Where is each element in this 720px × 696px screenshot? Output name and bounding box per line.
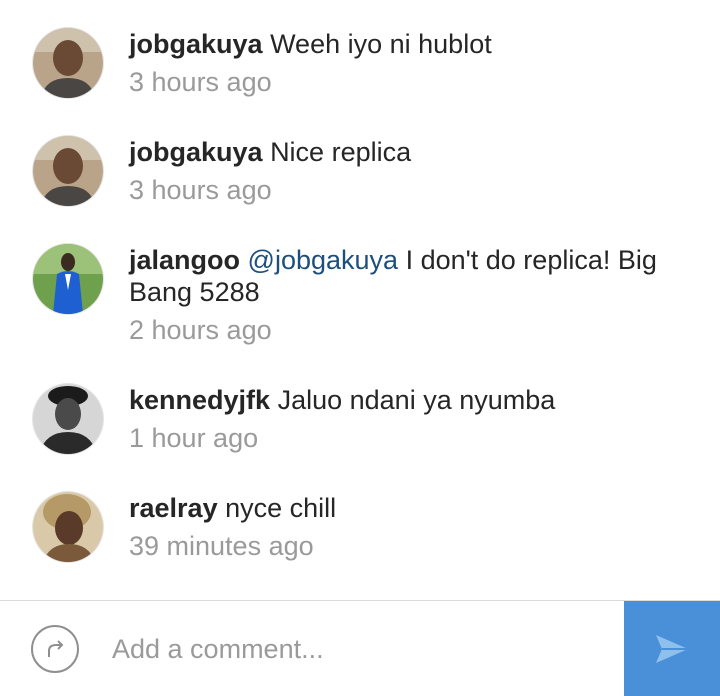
profile-photo-icon [33,244,103,314]
comment-username[interactable]: jobgakuya [129,137,263,167]
comment-text: Nice replica [270,137,412,167]
avatar-jobgakuya[interactable] [33,136,103,206]
comment-username[interactable]: kennedyjfk [129,385,270,415]
comment-mention[interactable]: @jobgakuya [248,245,399,275]
comment-username[interactable]: jobgakuya [129,29,263,59]
comment-text: Jaluo ndani ya nyumba [277,385,556,415]
profile-photo-icon [33,492,103,562]
profile-photo-icon [33,28,103,98]
comment-text: Weeh iyo ni hublot [270,29,492,59]
comment-username[interactable]: jalangoo [129,245,240,275]
avatar-raelray[interactable] [33,492,103,562]
comments-list: jobgakuya Weeh iyo ni hublot 3 hours ago… [0,0,720,600]
send-button[interactable] [624,601,720,696]
comment-input[interactable] [110,625,614,673]
avatar-kennedyjfk[interactable] [33,384,103,454]
avatar-jalangoo[interactable] [33,244,103,314]
comment-timestamp: 1 hour ago [129,423,259,453]
share-button[interactable] [31,625,79,673]
comment-timestamp: 3 hours ago [129,175,272,205]
profile-photo-icon [33,136,103,206]
comment-text: nyce chill [225,493,337,523]
share-arrow-icon [48,640,64,657]
comment-username[interactable]: raelray [129,493,218,523]
avatar-jobgakuya[interactable] [33,28,103,98]
comment-composer [0,600,720,696]
comment-timestamp: 39 minutes ago [129,531,314,561]
comment-timestamp: 3 hours ago [129,67,272,97]
comment-timestamp: 2 hours ago [129,315,272,345]
send-paper-plane-icon [656,635,688,663]
profile-photo-icon [33,384,103,454]
